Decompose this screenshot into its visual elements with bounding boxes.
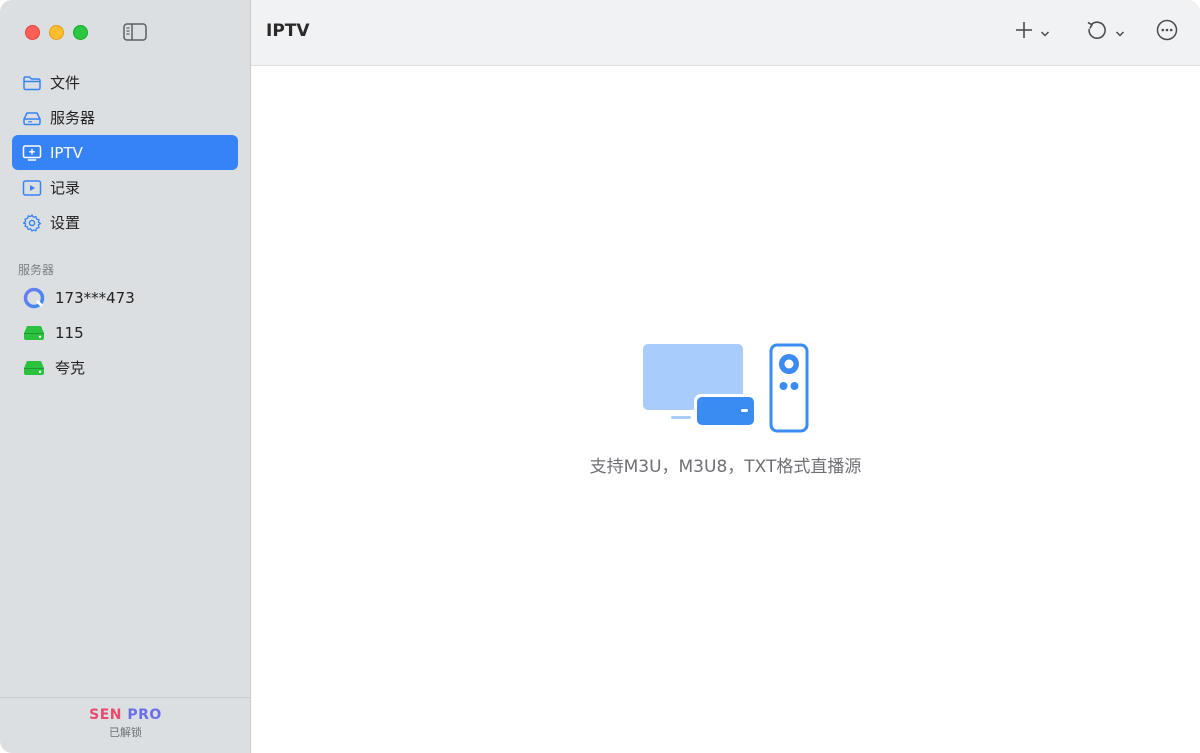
sidebar: 文件 服务器 IPTV 记录 设置 服务器 173***473 115 夸克 S… (0, 0, 251, 753)
sidebar-item-settings[interactable]: 设置 (12, 205, 238, 240)
chevron-down-icon (1040, 23, 1050, 42)
pro-title: SEN PRO (0, 707, 251, 723)
green-drive-icon (22, 356, 46, 380)
toolbar: IPTV (251, 0, 1200, 66)
sidebar-toggle-icon[interactable] (123, 22, 147, 42)
license-badge[interactable]: SEN PRO 已解锁 (0, 697, 251, 753)
pro-title-pro: PRO (127, 707, 162, 723)
minimize-window-button[interactable] (49, 25, 64, 40)
sidebar-item-label: 记录 (50, 179, 81, 197)
play-record-icon (22, 178, 42, 198)
sidebar-item-iptv[interactable]: IPTV (12, 135, 238, 170)
plus-icon (1014, 20, 1034, 44)
license-status: 已解锁 (109, 726, 142, 739)
refresh-button[interactable] (1085, 19, 1125, 45)
main-content: 支持M3U，M3U8，TXT格式直播源 (251, 66, 1200, 753)
server-drive-icon (22, 108, 42, 128)
sidebar-item-history[interactable]: 记录 (12, 170, 238, 205)
chevron-down-icon (1115, 23, 1125, 42)
gear-icon (22, 213, 42, 233)
server-list: 173***473 115 夸克 (12, 280, 238, 385)
empty-state-message: 支持M3U，M3U8，TXT格式直播源 (589, 457, 862, 477)
servers-section-label: 服务器 (18, 263, 55, 277)
folder-icon (22, 73, 42, 93)
sidebar-item-label: 服务器 (50, 109, 96, 127)
sidebar-item-files[interactable]: 文件 (12, 65, 238, 100)
tv-icon (22, 143, 42, 163)
tv-box-remote-icon (639, 342, 811, 434)
cloud-ring-icon (22, 286, 46, 310)
pro-title-sen: SEN (89, 707, 123, 723)
refresh-icon (1085, 18, 1109, 46)
server-item-label: 115 (55, 323, 84, 342)
app-window: 文件 服务器 IPTV 记录 设置 服务器 173***473 115 夸克 S… (0, 0, 1200, 753)
sidebar-nav: 文件 服务器 IPTV 记录 设置 (12, 65, 238, 240)
page-title: IPTV (266, 21, 310, 41)
server-item-quark[interactable]: 夸克 (12, 350, 238, 385)
server-item-account[interactable]: 173***473 (12, 280, 238, 315)
server-item-115[interactable]: 115 (12, 315, 238, 350)
green-drive-icon (22, 321, 46, 345)
window-controls (25, 25, 88, 40)
close-window-button[interactable] (25, 25, 40, 40)
server-item-label: 夸克 (55, 359, 86, 377)
sidebar-item-servers[interactable]: 服务器 (12, 100, 238, 135)
more-icon (1155, 18, 1179, 46)
sidebar-item-label: IPTV (50, 143, 83, 162)
sidebar-item-label: 设置 (50, 214, 81, 232)
add-source-button[interactable] (1014, 19, 1050, 45)
zoom-window-button[interactable] (73, 25, 88, 40)
more-options-button[interactable] (1155, 19, 1179, 45)
sidebar-item-label: 文件 (50, 74, 81, 92)
server-item-label: 173***473 (55, 288, 135, 307)
